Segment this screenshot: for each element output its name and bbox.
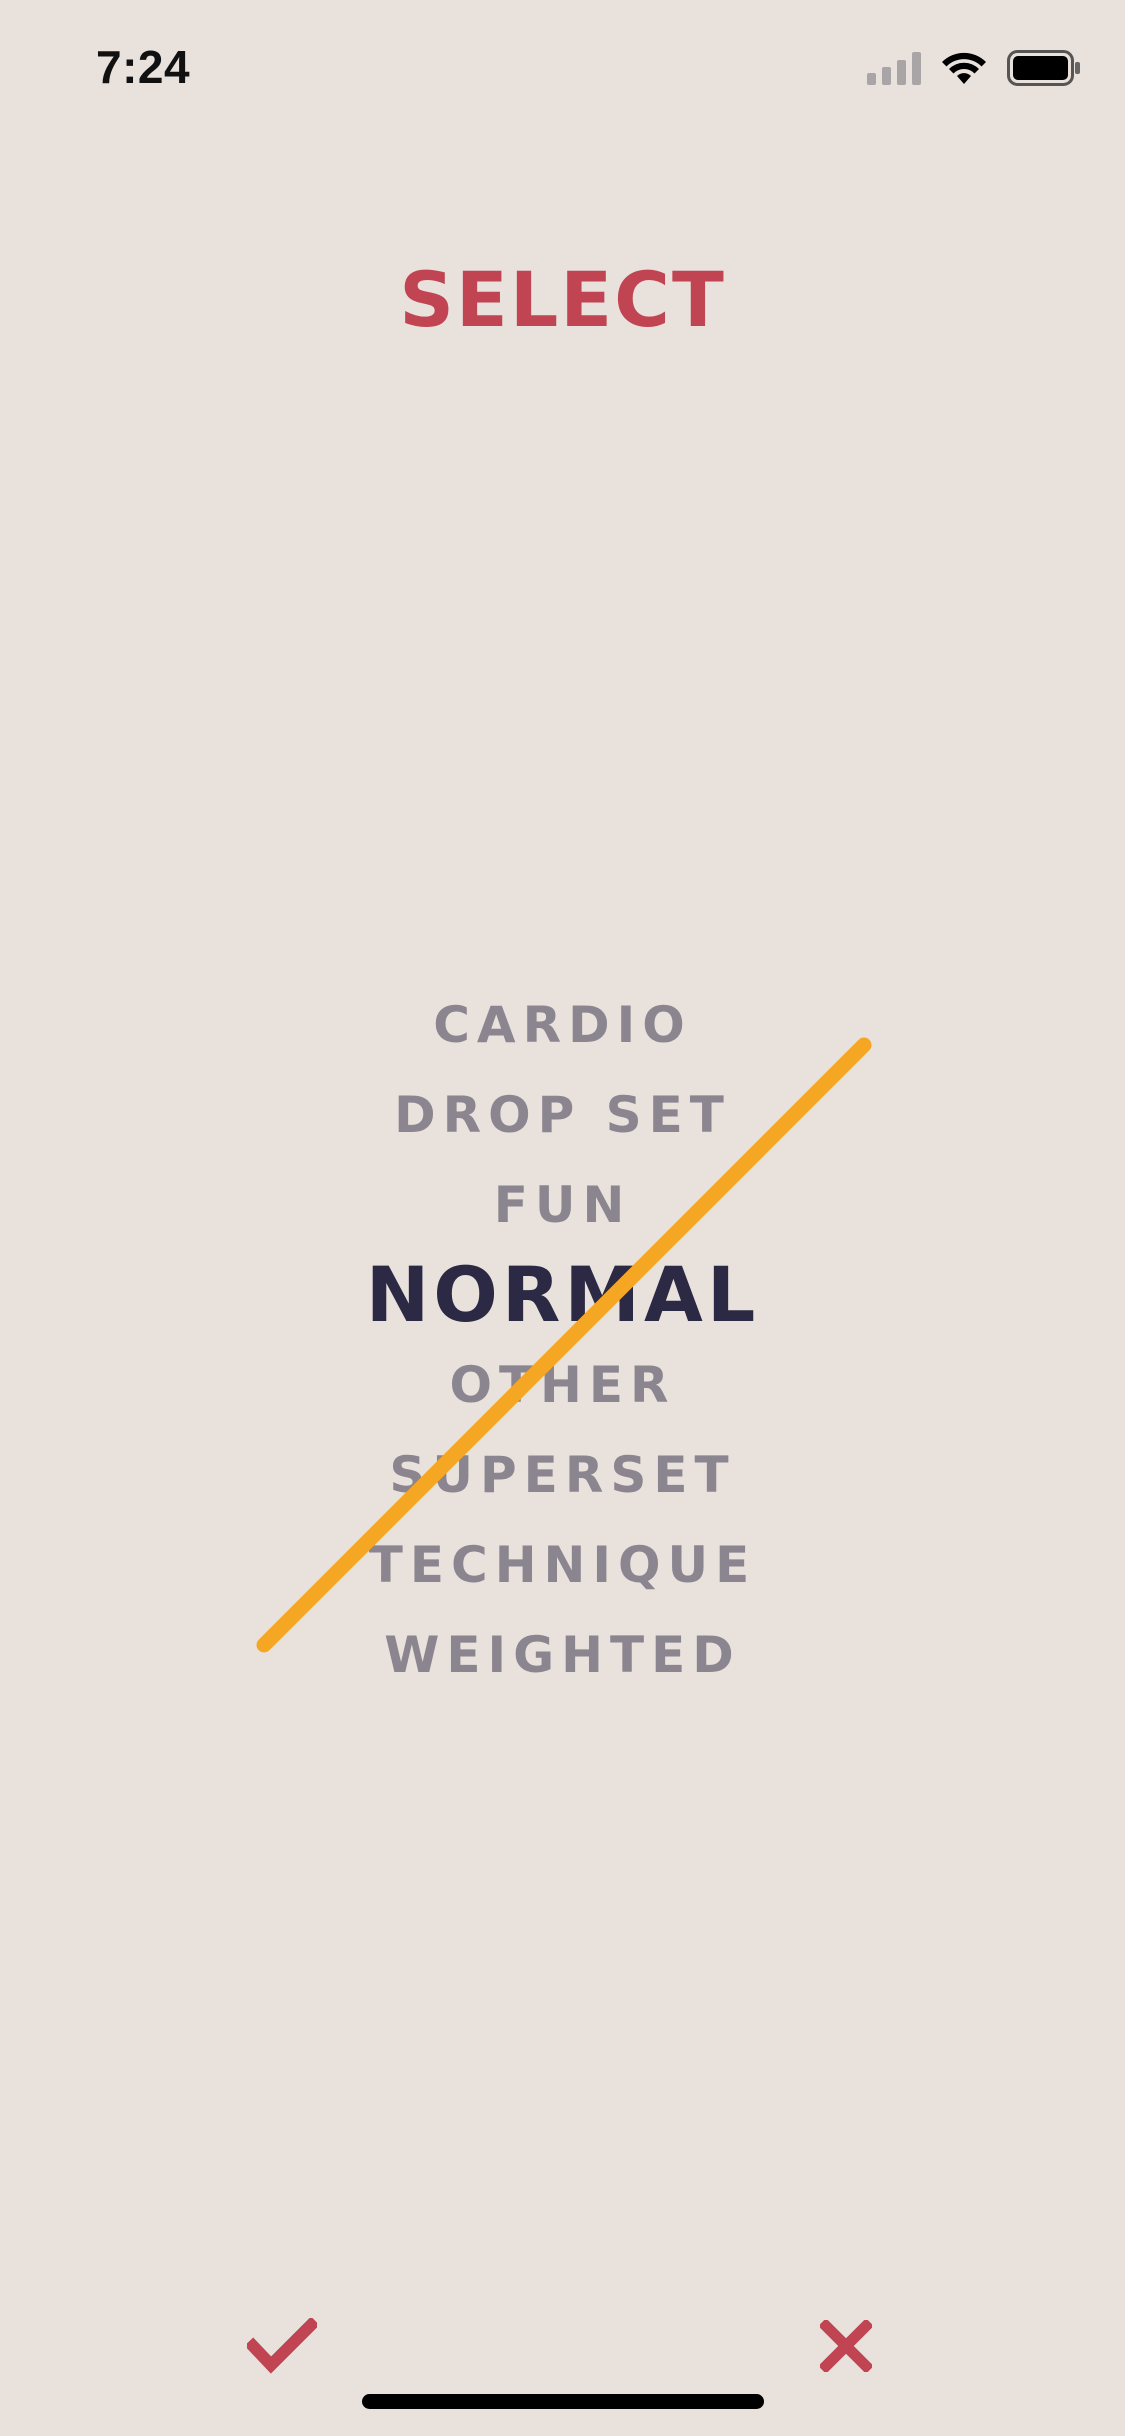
picker-option[interactable]: CARDIO [0, 980, 1125, 1070]
picker-option[interactable]: OTHER [0, 1340, 1125, 1430]
home-indicator[interactable] [362, 2394, 764, 2409]
cancel-button[interactable] [800, 2300, 892, 2392]
screen: 7:24 SELECT CARDIO DROP SET FUN NORMAL O… [0, 0, 1125, 2436]
option-picker[interactable]: CARDIO DROP SET FUN NORMAL OTHER SUPERSE… [0, 980, 1125, 1700]
picker-option[interactable]: SUPERSET [0, 1430, 1125, 1520]
picker-option-selected[interactable]: NORMAL [0, 1250, 1125, 1340]
status-time: 7:24 [96, 41, 191, 93]
wifi-icon [942, 52, 986, 84]
picker-option[interactable]: WEIGHTED [0, 1610, 1125, 1700]
battery-icon [1007, 50, 1080, 86]
picker-option[interactable]: FUN [0, 1160, 1125, 1250]
cellular-signal-icon [867, 52, 921, 85]
status-icons [867, 46, 1081, 90]
page-title: SELECT [399, 255, 726, 344]
picker-option[interactable]: DROP SET [0, 1070, 1125, 1160]
picker-option[interactable]: TECHNIQUE [0, 1520, 1125, 1610]
confirm-button[interactable] [236, 2300, 328, 2392]
close-icon [820, 2320, 872, 2372]
checkmark-icon [247, 2318, 317, 2374]
